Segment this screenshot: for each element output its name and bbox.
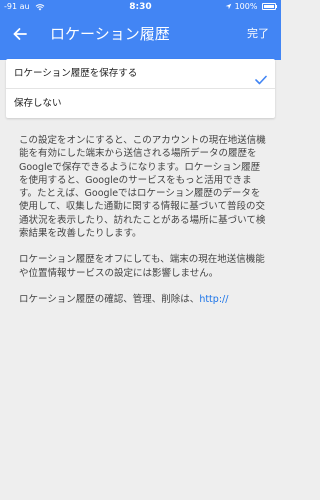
option-dont-save[interactable]: 保存しない (6, 89, 275, 118)
battery-icon (262, 3, 276, 10)
page-title: ロケーション履歴 (50, 25, 170, 43)
description-text: この設定をオンにすると、このアカウントの現在地送信機能を有効にした端末から送信さ… (19, 134, 267, 319)
status-right: 100% (225, 0, 277, 14)
check-icon (255, 68, 267, 85)
back-button[interactable] (6, 22, 34, 50)
option-save-history[interactable]: ロケーション履歴を保存する (6, 59, 275, 88)
battery-text: 100% (234, 2, 258, 11)
app-header: -91 au 8:30 100% ロケーション履歴 完了 (0, 0, 281, 60)
status-bar: -91 au 8:30 100% (0, 0, 281, 14)
battery-tip (276, 5, 277, 8)
description-paragraph-3-text: ロケーション履歴の確認、管理、削除は、 (19, 293, 200, 305)
arrow-back-icon (12, 26, 28, 46)
history-link[interactable]: http:// (199, 294, 228, 305)
description-paragraph-3: ロケーション履歴の確認、管理、削除は、http:// (19, 293, 267, 306)
location-arrow-icon (225, 2, 235, 11)
description-paragraph-1: この設定をオンにすると、このアカウントの現在地送信機能を有効にした端末から送信さ… (19, 135, 266, 240)
option-label: ロケーション履歴を保存する (14, 68, 138, 79)
options-card: ロケーション履歴を保存する 保存しない (6, 59, 275, 118)
app-bar: ロケーション履歴 完了 (0, 14, 281, 60)
option-label: 保存しない (14, 98, 62, 109)
description-paragraph-2: ロケーション履歴をオフにしても、端末の現在地送信機能や位置情報サービスの設定には… (19, 254, 265, 279)
done-button[interactable]: 完了 (247, 14, 269, 54)
